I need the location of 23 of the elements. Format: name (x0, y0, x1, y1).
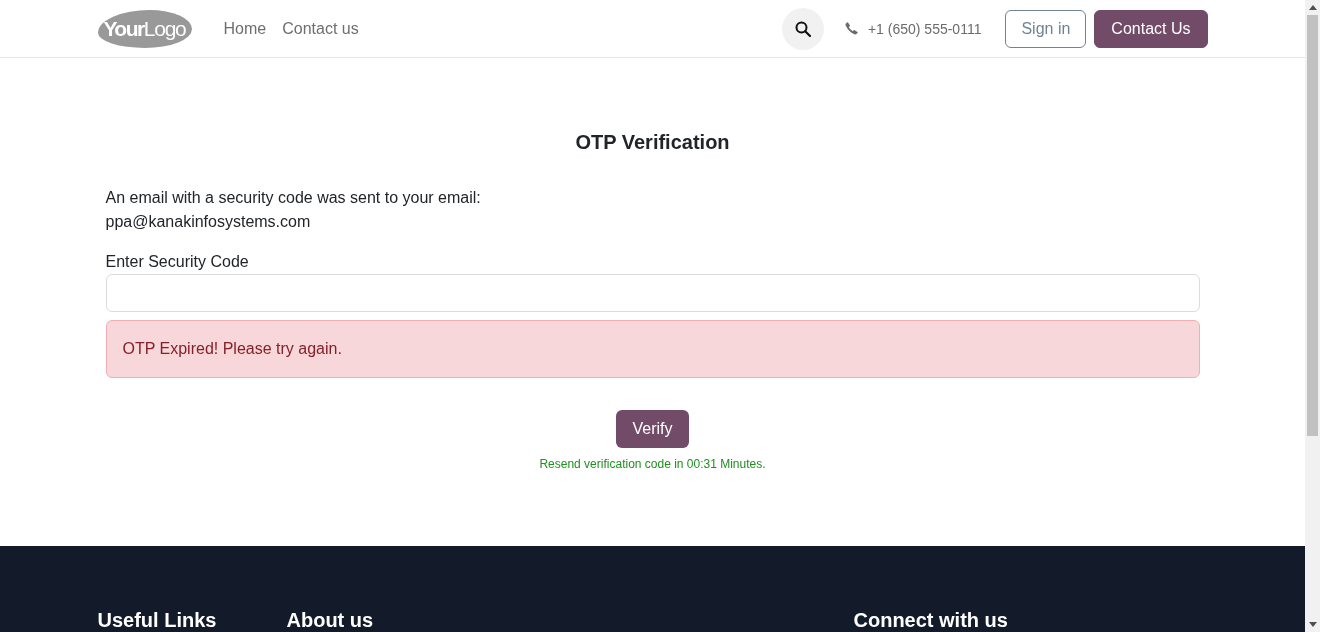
resend-note: Resend verification code in 00:31 Minutes. (539, 456, 766, 473)
footer-heading: Connect with us (853, 609, 1008, 631)
scroll-up-icon[interactable] (1308, 5, 1317, 10)
sign-in-button[interactable]: Sign in (1005, 9, 1087, 48)
scroll-thumb[interactable] (1307, 15, 1318, 436)
nav-link[interactable]: Home (223, 19, 267, 38)
phone-number[interactable]: +1 (650) 555-0111 (867, 20, 982, 37)
footer-heading: About us (286, 609, 374, 631)
error-alert: OTP Expired! Please try again. (105, 320, 1200, 378)
field-label: Enter Security Code (105, 252, 249, 272)
logo[interactable]: YourLogo (97, 10, 192, 48)
contact-button[interactable]: Contact Us (1094, 9, 1208, 48)
info-text: An email with a security code was sent to your email: (105, 188, 481, 208)
email-address: ppa@kanakinfosystems.com (105, 212, 311, 232)
nav-link[interactable]: Contact us (282, 19, 359, 38)
search-icon (794, 20, 811, 37)
page-title: OTP Verification (574, 130, 731, 155)
footer-heading: Useful Links (97, 609, 217, 631)
scroll-down-icon[interactable] (1308, 622, 1317, 627)
phone-icon (844, 22, 858, 35)
verify-button[interactable]: Verify (616, 410, 689, 448)
security-code-field[interactable] (105, 274, 1200, 312)
scrollbar[interactable] (1305, 0, 1320, 632)
